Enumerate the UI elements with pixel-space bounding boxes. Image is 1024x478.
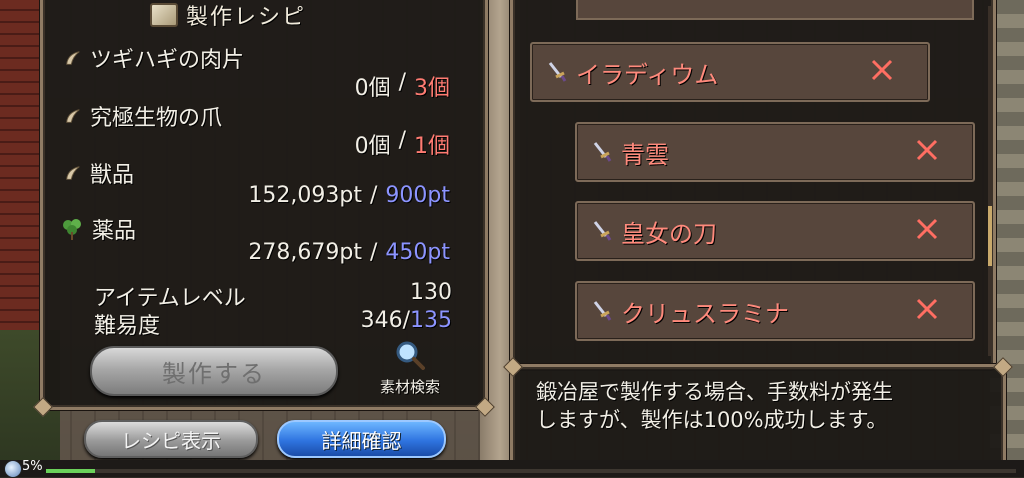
sword-icon — [593, 221, 612, 241]
sword-icon — [548, 62, 567, 82]
material-need: 3個 — [414, 76, 450, 101]
recipe-display-button[interactable]: レシピ表示 — [84, 420, 258, 458]
material-search-button[interactable]: 素材検索 — [365, 340, 455, 397]
sword-icon — [593, 142, 612, 162]
count-separator: / — [398, 128, 406, 153]
magnifier-icon — [396, 341, 425, 370]
material-count: 0個 / 3個 — [355, 70, 450, 102]
recipe-title-bar: 製作レシピ — [150, 0, 306, 30]
remove-icon[interactable] — [914, 296, 940, 322]
list-item-partial — [576, 0, 974, 20]
search-label: 素材検索 — [379, 378, 440, 396]
material-need: 450pt — [385, 240, 450, 265]
material-need: 1個 — [414, 134, 450, 159]
description-line: しますが、製作は100%成功します。 — [536, 408, 888, 432]
material-name: 獣品 — [90, 163, 135, 188]
description-line: 鍛冶屋で製作する場合、手数料が発生 — [536, 380, 893, 404]
material-count: 152,093pt / 900pt — [248, 183, 450, 208]
material-count: 278,679pt / 450pt — [248, 240, 450, 265]
exp-track — [46, 469, 1016, 473]
material-name: 究極生物の爪 — [90, 106, 223, 131]
claw-icon — [66, 51, 80, 65]
difficulty-label: 難易度 — [94, 314, 161, 339]
material-row: 薬品 — [60, 213, 136, 245]
exp-orb-icon — [4, 460, 22, 478]
difficulty-required: 135 — [410, 308, 452, 333]
list-item-name: 皇女の刀 — [621, 219, 717, 248]
exp-percent: 5% — [22, 459, 43, 474]
description-text: 鍛冶屋で製作する場合、手数料が発生 しますが、製作は100%成功します。 — [536, 378, 986, 434]
claw-icon — [66, 109, 80, 123]
material-count: 0個 / 1個 — [355, 128, 450, 160]
material-name: 薬品 — [92, 219, 137, 244]
recipe-book-icon — [150, 3, 178, 27]
material-have: 0個 — [354, 76, 391, 101]
material-need: 900pt — [385, 183, 450, 208]
sword-icon — [593, 301, 612, 321]
list-item-name: 青雲 — [621, 140, 669, 169]
material-row: 獣品 — [64, 157, 134, 189]
craft-button[interactable]: 製作する — [90, 346, 338, 396]
material-have: 152,093pt — [248, 183, 362, 208]
material-have: 278,679pt — [248, 240, 362, 265]
remove-icon[interactable] — [869, 57, 895, 83]
remove-icon[interactable] — [914, 137, 940, 163]
herb-icon — [63, 219, 81, 240]
page-title: 製作レシピ — [186, 5, 307, 30]
item-level-value: 130 — [410, 280, 452, 305]
remove-icon[interactable] — [914, 216, 940, 242]
count-separator: / — [369, 240, 378, 265]
count-separator: / — [369, 183, 378, 208]
exp-fill — [46, 469, 95, 473]
difficulty-current: 346/ — [360, 308, 410, 333]
material-row: 究極生物の爪 — [64, 100, 222, 132]
count-separator: / — [398, 70, 406, 95]
claw-icon — [66, 166, 80, 180]
list-item-name: イラディウム — [576, 60, 719, 89]
material-row: ツギハギの肉片 — [64, 42, 244, 74]
list-scroll-thumb[interactable] — [988, 206, 992, 266]
detail-check-button[interactable]: 詳細確認 — [277, 420, 446, 458]
list-scrollbar[interactable] — [988, 6, 992, 356]
list-item-name: クリュスラミナ — [621, 299, 789, 328]
material-have: 0個 — [354, 134, 391, 159]
material-name: ツギハギの肉片 — [90, 48, 245, 73]
difficulty-value: 346/135 — [361, 308, 452, 333]
